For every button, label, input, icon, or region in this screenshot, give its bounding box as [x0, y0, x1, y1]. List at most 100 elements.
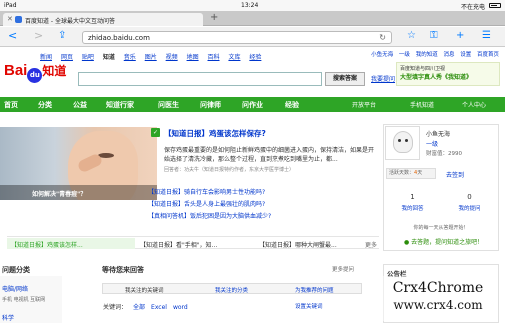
menu-homework[interactable]: 问作业 — [242, 100, 263, 110]
main-menu: 首页 分类 公益 知道行家 问医生 问律师 问作业 经验 开放平台 手机知道 个… — [0, 97, 505, 112]
menu-home[interactable]: 首页 — [4, 100, 18, 110]
category-item[interactable]: 科学 — [2, 313, 14, 322]
ticker-item[interactable]: 【知道日报】看"手相"，知... — [140, 240, 217, 249]
status-bar: iPad 13:24 不在充电 — [0, 0, 505, 11]
article-source: 回答者：功夫牛（知道日报特约作者，东京大学医学博士） — [164, 167, 295, 173]
avatar[interactable] — [385, 126, 420, 160]
nav-link-zhidao[interactable]: 知道 — [103, 54, 115, 61]
daily-item[interactable]: 【知道日报】舌头是人身上最强壮的肌肉吗? — [148, 199, 271, 211]
nav-link-video[interactable]: 视频 — [166, 54, 178, 61]
bookmarks-icon[interactable]: ☆ — [407, 30, 416, 41]
tabs-icon[interactable]: ☰ — [482, 30, 491, 41]
menu-ask-lawyer[interactable]: 问律师 — [200, 100, 221, 110]
active-days-label: 活跃天数： — [389, 170, 415, 176]
forward-button[interactable]: > — [34, 29, 43, 42]
wealth-value: 2990 — [448, 151, 463, 157]
promo-line1: 百度知道与四川卫视 — [400, 66, 446, 72]
ticker-item-active[interactable]: 【知道日报】鸡蛋该怎样... — [7, 238, 135, 249]
reload-icon[interactable]: ↻ — [379, 33, 386, 42]
tab-my-keywords[interactable]: 我关注的关键词 — [125, 286, 164, 294]
logo-zhidao: 知道 — [42, 64, 67, 78]
url-text: zhidao.baidu.com — [88, 34, 150, 42]
daily-tip: 你的每一天从答题开始！ — [413, 225, 469, 231]
address-bar[interactable]: zhidao.baidu.com ↻ — [82, 31, 392, 44]
user-wealth: 财富值：2990 — [426, 149, 462, 157]
tab-title: 百度知道 - 全球最大中文互动问答 — [25, 18, 115, 25]
my-zhidao-link[interactable]: 我的知道 — [416, 52, 438, 58]
baidu-home-link[interactable]: 百度首页 — [477, 52, 499, 58]
menu-charity[interactable]: 公益 — [73, 100, 87, 110]
answers-count: 1 — [410, 193, 415, 201]
watermark-line2: www.crx4.com — [393, 298, 483, 312]
menu-categories[interactable]: 分类 — [38, 100, 52, 110]
browser-toolbar: < > ⇪ zhidao.baidu.com ↻ ☆ ⚿ + ☰ — [0, 27, 505, 47]
my-answers[interactable]: 1 我的回答 — [384, 193, 441, 212]
invite-link[interactable]: ● 去答题，提问知道之旅吧！ — [404, 237, 483, 246]
user-name[interactable]: 小鱼无海 — [426, 129, 450, 138]
ticker-more-link[interactable]: 更多 — [365, 240, 377, 249]
nav-link-web[interactable]: 网页 — [61, 54, 73, 61]
menu-experience[interactable]: 经验 — [285, 100, 299, 110]
key-icon[interactable]: ⚿ — [430, 30, 438, 41]
category-subitems[interactable]: 手机 电视机 互联网 — [2, 296, 45, 303]
baidu-zhidao-logo[interactable]: Bai du 知道 — [4, 62, 76, 84]
keyword-excel[interactable]: Excel — [151, 304, 167, 311]
nav-link-jingyan[interactable]: 经验 — [249, 54, 261, 61]
messages-link[interactable]: 消息 — [443, 52, 454, 58]
new-tab-icon[interactable]: + — [210, 12, 218, 23]
more-questions-link[interactable]: 更多提问 — [332, 265, 354, 273]
categories-panel: 电脑/网络 手机 电视机 互联网 科学 — [0, 276, 62, 323]
questions-label: 我的提问 — [458, 206, 481, 212]
questions-count: 0 — [467, 193, 472, 201]
menu-open-platform[interactable]: 开放平台 — [352, 100, 376, 109]
category-item[interactable]: 电脑/网络 — [2, 284, 28, 293]
ticker-item[interactable]: 【知道日报】哪种大闸蟹最... — [259, 240, 337, 249]
keyword-all[interactable]: 全部 — [133, 304, 145, 311]
logo-bai: Bai — [4, 62, 28, 79]
ask-question-link[interactable]: 我要提问 — [371, 74, 395, 83]
nav-link-map[interactable]: 地图 — [187, 54, 199, 61]
daily-list: 【知道日报】骑自行车会影响男士性功能吗? 【知道日报】舌头是人身上最强壮的肌肉吗… — [148, 187, 271, 223]
username-link[interactable]: 小鱼无海 — [371, 52, 393, 58]
menu-personal-center[interactable]: 个人中心 — [462, 100, 486, 109]
close-tab-icon[interactable]: ✕ — [7, 15, 13, 23]
promo-line2: 大型填字真人秀《我知道》 — [400, 74, 473, 81]
tab-my-categories[interactable]: 我关注的分类 — [215, 286, 248, 294]
wealth-label: 财富值： — [426, 151, 449, 157]
level-link[interactable]: 一级 — [399, 52, 410, 58]
nav-link-news[interactable]: 新闻 — [40, 54, 52, 61]
search-input[interactable] — [78, 72, 322, 86]
menu-experts[interactable]: 知道行家 — [106, 100, 134, 110]
invite-text: 去答题，提问知道之旅吧！ — [411, 239, 484, 246]
nav-link-wenku[interactable]: 文库 — [228, 54, 240, 61]
nav-link-images[interactable]: 图片 — [145, 54, 157, 61]
watermark: Crx4Chrome www.crx4.com — [378, 276, 498, 321]
back-button[interactable]: < — [8, 29, 17, 42]
keyword-word[interactable]: word — [173, 304, 188, 311]
user-level[interactable]: 一级 — [426, 139, 438, 148]
watermark-line1: Crx4Chrome — [392, 280, 484, 296]
settings-link[interactable]: 设置 — [460, 52, 471, 58]
sign-in-link[interactable]: 去签到 — [446, 170, 464, 179]
nav-link-tieba[interactable]: 贴吧 — [82, 54, 94, 61]
nav-link-music[interactable]: 音乐 — [124, 54, 136, 61]
user-links: 小鱼无海 一级 我的知道 消息 设置 百度首页 — [367, 50, 499, 58]
hero-caption[interactable]: 如何解决"青春痘"？ — [0, 185, 157, 200]
promo-banner[interactable]: 百度知道与四川卫视 大型填字真人秀《我知道》 — [396, 62, 500, 86]
set-keywords-link[interactable]: 设置关键词 — [295, 302, 323, 310]
add-icon[interactable]: + — [456, 30, 464, 41]
daily-item[interactable]: 【知道日报】骑自行车会影响男士性功能吗? — [148, 187, 271, 199]
share-icon[interactable]: ⇪ — [58, 30, 66, 41]
menu-ask-doctor[interactable]: 问医生 — [158, 100, 179, 110]
device-name: iPad — [4, 2, 17, 9]
nav-link-baike[interactable]: 百科 — [208, 54, 220, 61]
search-answers-button[interactable]: 搜索答案 — [325, 72, 365, 86]
my-questions[interactable]: 0 我的提问 — [441, 193, 498, 212]
menu-mobile[interactable]: 手机知道 — [410, 100, 434, 109]
charging-status: 不在充电 — [460, 4, 485, 11]
tab-recommended[interactable]: 为我推荐的问题 — [295, 286, 334, 294]
favicon-icon — [15, 16, 22, 23]
tab-baidu-zhidao[interactable]: ✕ 百度知道 - 全球最大中文互动问答 — [3, 13, 203, 26]
article-title[interactable]: 【知道日报】鸡蛋该怎样保存? — [164, 128, 266, 139]
daily-item[interactable]: 【真相问答机】饭后犯困是因为大脑供血减少? — [148, 211, 271, 223]
